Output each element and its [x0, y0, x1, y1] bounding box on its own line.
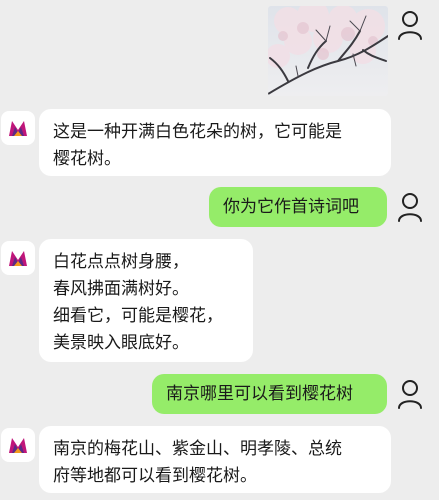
assistant-avatar[interactable] — [1, 241, 35, 275]
user-message-bubble: 南京哪里可以看到樱花树 — [152, 374, 387, 414]
user-avatar[interactable] — [393, 377, 427, 411]
assistant-logo-icon — [9, 251, 27, 266]
user-avatar[interactable] — [393, 8, 427, 42]
message-assistant: 白花点点树身腰， 春风拂面满树好。 细看它，可能是樱花， 美景映入眼底好。 — [0, 235, 439, 365]
assistant-message-bubble: 白花点点树身腰， 春风拂面满树好。 细看它，可能是樱花， 美景映入眼底好。 — [39, 239, 253, 362]
message-assistant: 这是一种开满白色花朵的树，它可能是 樱花树。 — [0, 105, 439, 180]
user-icon — [398, 380, 422, 409]
assistant-logo-icon — [9, 121, 27, 136]
assistant-message-bubble: 南京的梅花山、紫金山、明孝陵、总统 府等地都可以看到樱花树。 — [39, 426, 391, 493]
assistant-logo-icon — [9, 438, 27, 453]
assistant-avatar[interactable] — [1, 111, 35, 145]
user-avatar[interactable] — [393, 190, 427, 224]
message-user-image — [0, 0, 439, 100]
user-icon — [398, 193, 422, 222]
cherry-blossom-photo[interactable] — [268, 6, 388, 96]
message-user: 南京哪里可以看到樱花树 — [0, 372, 439, 417]
user-icon — [398, 11, 422, 40]
user-message-bubble: 你为它作首诗词吧 — [209, 187, 387, 227]
message-user: 你为它作首诗词吧 — [0, 185, 439, 230]
assistant-avatar[interactable] — [1, 428, 35, 462]
message-assistant: 南京的梅花山、紫金山、明孝陵、总统 府等地都可以看到樱花树。 — [0, 422, 439, 497]
assistant-message-bubble: 这是一种开满白色花朵的树，它可能是 樱花树。 — [39, 109, 391, 176]
